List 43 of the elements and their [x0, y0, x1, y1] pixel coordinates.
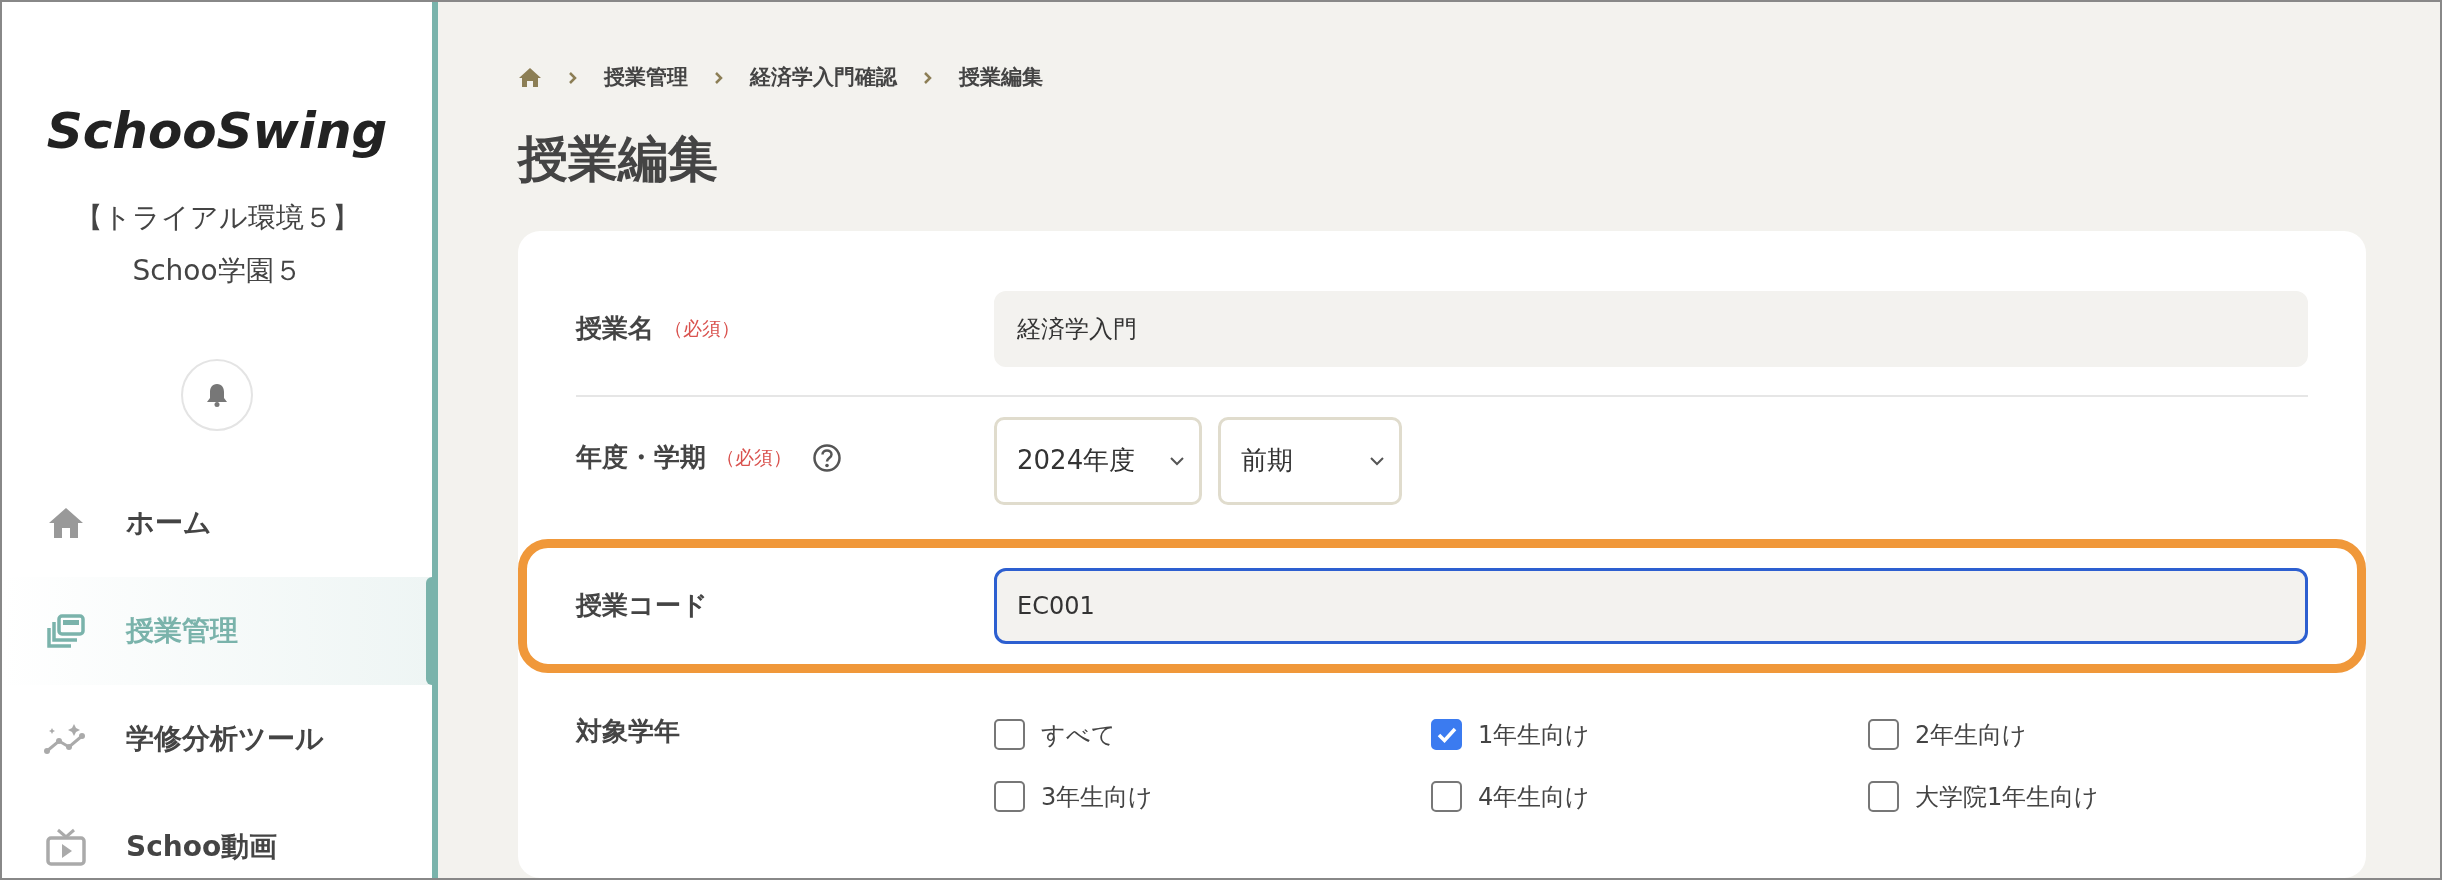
home-icon[interactable] [518, 67, 542, 89]
page-title: 授業編集 [518, 128, 719, 190]
checkbox-label[interactable]: すべて [1041, 716, 1116, 753]
required-mark: （必須） [716, 445, 792, 471]
checkbox[interactable] [1868, 719, 1899, 750]
breadcrumb-link[interactable]: 授業管理 [604, 62, 688, 94]
field-label: 年度・学期 [576, 441, 706, 474]
checkbox[interactable] [1868, 781, 1899, 812]
sidebar-item[interactable]: ホーム [2, 469, 432, 577]
required-mark: （必須） [664, 316, 740, 342]
chevron-right-icon [923, 70, 933, 85]
field-label: 授業コード [576, 589, 708, 622]
organization-name: 【トライアル環境５】Schoo学園５ [73, 200, 361, 289]
tv-play-icon [46, 828, 86, 866]
check-icon [1436, 726, 1457, 743]
logo: SchooSwing [46, 101, 388, 162]
breadcrumb-link[interactable]: 経済学入門確認 [750, 62, 897, 94]
checkbox-label[interactable]: 2年生向け [1915, 716, 2028, 753]
home-icon [48, 507, 84, 539]
field-label: 授業名 [576, 312, 654, 345]
text-field[interactable]: EC001 [994, 567, 2308, 644]
checkbox-label[interactable]: 4年生向け [1478, 778, 1591, 815]
chevron-right-icon [568, 70, 578, 85]
stacked-windows-icon [47, 614, 85, 648]
text-field[interactable]: 経済学入門 [994, 290, 2308, 367]
bell-icon [206, 383, 228, 407]
checkbox[interactable] [1431, 719, 1462, 750]
checkbox[interactable] [994, 781, 1025, 812]
checkbox-label[interactable]: 大学院1年生向け [1915, 778, 2100, 815]
select-dropdown[interactable]: 2024年度 [994, 416, 1202, 505]
checkbox[interactable] [994, 719, 1025, 750]
chevron-down-icon [1169, 455, 1185, 466]
help-icon[interactable] [812, 442, 842, 473]
sparkle-chart-icon [44, 724, 88, 754]
checkbox[interactable] [1431, 781, 1462, 812]
sidebar-item[interactable]: 学修分析ツール [2, 685, 432, 793]
chevron-right-icon [714, 70, 724, 85]
checkbox-label[interactable]: 1年生向け [1478, 716, 1591, 753]
checkbox-label[interactable]: 3年生向け [1041, 778, 1154, 815]
field-label: 対象学年 [576, 715, 680, 748]
select-dropdown[interactable]: 前期 [1218, 416, 1402, 505]
sidebar-item[interactable]: Schoo動画 [2, 793, 432, 878]
chevron-down-icon [1369, 455, 1385, 466]
